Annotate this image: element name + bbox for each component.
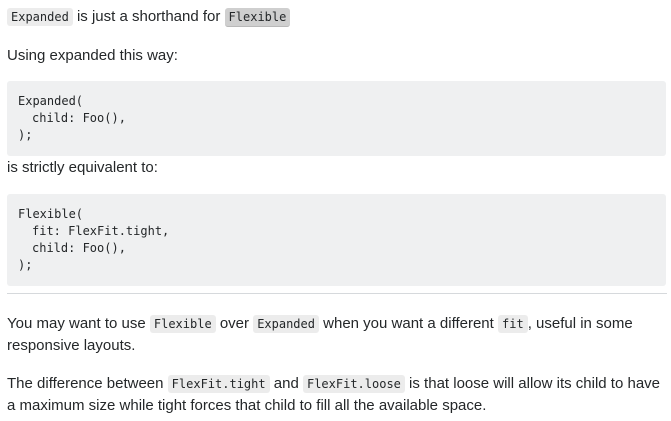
inline-code-flexfit-loose: FlexFit.loose	[302, 375, 405, 393]
inline-code-expanded: Expanded	[7, 8, 73, 26]
paragraph-text: is strictly equivalent to:	[7, 159, 158, 176]
paragraph-text: Using expanded this way:	[7, 47, 178, 64]
paragraph-text: and	[269, 375, 303, 392]
paragraph-flexible-over-expanded: You may want to use Flexible over Expand…	[0, 313, 671, 356]
paragraph-text: is just a shorthand for	[72, 8, 225, 25]
paragraph-text: You may want to use	[7, 315, 150, 332]
code-line: Flexible(	[18, 207, 84, 221]
inline-code-flexible-highlighted: Flexible	[224, 8, 291, 27]
paragraph-text: over	[215, 315, 254, 332]
inline-code-expanded: Expanded	[253, 315, 319, 333]
code-block-flexible: Flexible( fit: FlexFit.tight, child: Foo()…	[7, 194, 666, 286]
paragraph-text: The difference between	[7, 375, 168, 392]
code-line: Expanded(	[18, 94, 84, 108]
inline-code-flexible: Flexible	[149, 315, 216, 333]
code-line: child: Foo(),	[32, 111, 126, 125]
code-line: );	[18, 258, 33, 272]
code-line: );	[18, 128, 33, 142]
paragraph-text: when you want a different	[318, 315, 498, 332]
paragraph-flexfit-difference: The difference between FlexFit.tight and…	[0, 373, 671, 416]
paragraph-equivalent: is strictly equivalent to:	[0, 157, 671, 178]
inline-code-fit: fit	[498, 315, 528, 333]
code-line: fit: FlexFit.tight,	[32, 224, 170, 238]
inline-code-flexfit-tight: FlexFit.tight	[167, 375, 270, 393]
paragraph-using-expanded: Using expanded this way:	[0, 45, 671, 66]
code-line: child: Foo(),	[32, 241, 126, 255]
section-divider	[7, 293, 667, 294]
paragraph-shorthand: Expanded is just a shorthand for Flexibl…	[0, 6, 671, 28]
code-block-expanded: Expanded( child: Foo(),);	[7, 81, 666, 156]
answer-body: Expanded is just a shorthand for Flexibl…	[0, 0, 671, 416]
